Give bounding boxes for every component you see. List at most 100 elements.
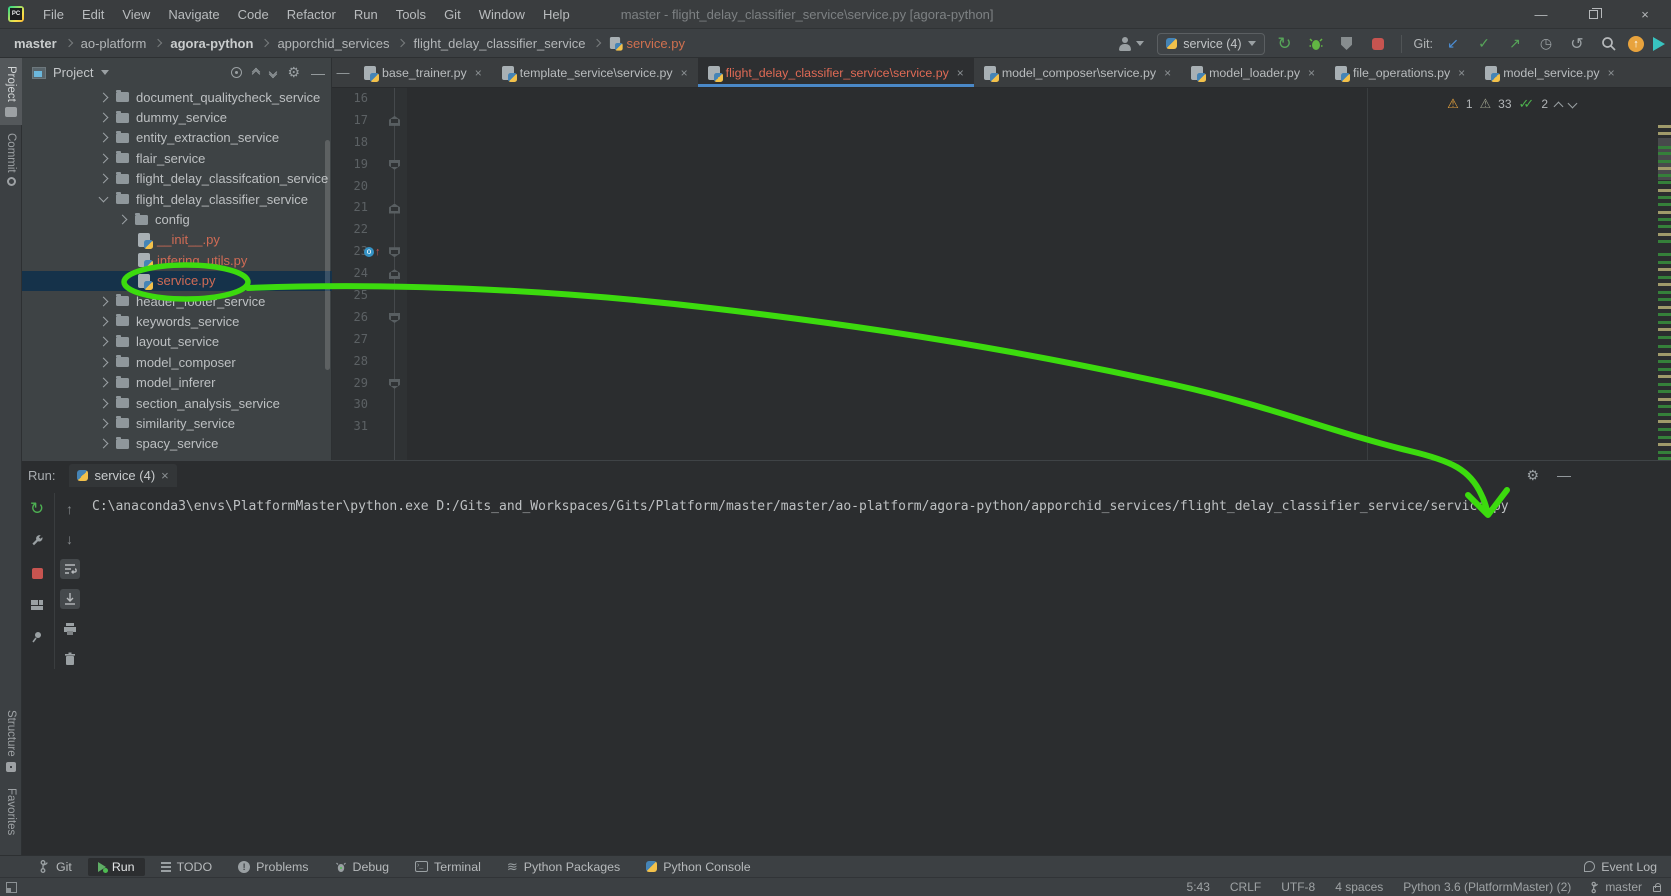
soft-wrap-button[interactable] xyxy=(60,559,80,579)
tree-chevron-icon[interactable] xyxy=(99,317,109,327)
tab-close-icon[interactable]: × xyxy=(1164,66,1171,80)
fold-marker-icon[interactable] xyxy=(389,313,400,323)
error-stripe-mark[interactable] xyxy=(1658,125,1671,128)
tree-item[interactable]: model_composer xyxy=(22,352,332,372)
rollback-button[interactable]: ↺ xyxy=(1566,33,1588,55)
caret-position[interactable]: 5:43 xyxy=(1187,880,1210,894)
editor-body[interactable]: 16171819202122232425262728293031 o ↑ ⚠ 1… xyxy=(332,88,1671,460)
error-stripe-mark[interactable] xyxy=(1658,313,1671,316)
menu-item[interactable]: Git xyxy=(435,0,470,28)
error-stripe-mark[interactable] xyxy=(1658,398,1671,401)
error-stripe-mark[interactable] xyxy=(1658,420,1671,423)
next-issue-button[interactable] xyxy=(1568,98,1578,108)
tree-chevron-icon[interactable] xyxy=(118,215,128,225)
breadcrumb-item[interactable]: apporchid_services xyxy=(253,36,389,51)
tree-item[interactable]: spacy_service xyxy=(22,434,332,454)
pin-icon[interactable] xyxy=(27,627,47,647)
error-stripe-mark[interactable] xyxy=(1658,152,1671,155)
run-configuration-select[interactable]: service (4) xyxy=(1157,33,1264,55)
tree-chevron-icon[interactable] xyxy=(99,296,109,306)
editor-tab[interactable]: model_composer\service.py × xyxy=(974,58,1181,87)
tool-window-button-git[interactable]: Git xyxy=(30,858,82,876)
tool-window-tab-favorites[interactable]: Favorites xyxy=(0,780,22,843)
error-stripe-mark[interactable] xyxy=(1658,146,1671,149)
tree-chevron-icon[interactable] xyxy=(99,357,109,367)
breadcrumb-item[interactable]: flight_delay_classifier_service xyxy=(389,36,585,51)
print-icon[interactable] xyxy=(60,619,80,639)
error-stripe-mark[interactable] xyxy=(1658,276,1671,279)
locate-file-button[interactable] xyxy=(231,67,242,78)
error-stripe-mark[interactable] xyxy=(1658,233,1671,236)
run-tab[interactable]: service (4) × xyxy=(69,464,176,487)
fold-marker-icon[interactable] xyxy=(389,379,400,389)
error-stripe-mark[interactable] xyxy=(1658,345,1671,348)
hide-tabs-icon[interactable]: — xyxy=(332,58,354,87)
menu-item[interactable]: Edit xyxy=(73,0,113,28)
tree-chevron-icon[interactable] xyxy=(99,398,109,408)
error-stripe-mark[interactable] xyxy=(1658,390,1671,393)
fold-marker-icon[interactable] xyxy=(389,247,400,257)
error-stripe-mark[interactable] xyxy=(1658,413,1671,416)
error-stripe-mark[interactable] xyxy=(1658,167,1671,170)
tree-chevron-icon[interactable] xyxy=(99,439,109,449)
breadcrumb-item[interactable]: ao-platform xyxy=(57,36,147,51)
tree-item[interactable]: header_footer_service xyxy=(22,291,332,311)
update-notification-badge[interactable]: ↑ xyxy=(1628,36,1644,52)
gear-icon[interactable]: ⚙ xyxy=(287,64,300,81)
tree-item[interactable]: dummy_service xyxy=(22,107,332,127)
tree-chevron-icon[interactable] xyxy=(99,337,109,347)
error-stripe-mark[interactable] xyxy=(1658,306,1671,309)
menu-item[interactable]: File xyxy=(34,0,73,28)
git-branch-widget[interactable]: master xyxy=(1591,880,1661,894)
error-stripe-mark[interactable] xyxy=(1658,225,1671,228)
fold-marker-icon[interactable] xyxy=(389,269,400,279)
collapse-all-button[interactable] xyxy=(270,71,276,75)
tree-item[interactable]: similarity_service xyxy=(22,413,332,433)
history-clock-icon[interactable]: ◷ xyxy=(1535,33,1557,55)
editor-tab[interactable]: base_trainer.py × xyxy=(354,58,492,87)
tree-chevron-icon[interactable] xyxy=(99,92,109,102)
file-encoding[interactable]: UTF-8 xyxy=(1281,880,1315,894)
fold-marker-icon[interactable] xyxy=(389,204,400,214)
tree-item[interactable]: infering_utils.py xyxy=(22,250,332,270)
tool-window-tab-commit[interactable]: Commit xyxy=(0,125,22,195)
error-stripe-mark[interactable] xyxy=(1658,253,1671,256)
menu-item[interactable]: View xyxy=(113,0,159,28)
tool-window-button-python-packages[interactable]: ≋ Python Packages xyxy=(497,857,630,877)
tab-close-icon[interactable]: × xyxy=(957,66,964,80)
editor-tab[interactable]: model_loader.py × xyxy=(1181,58,1325,87)
tool-window-button-python-console[interactable]: Python Console xyxy=(636,858,760,876)
chevron-down-icon[interactable] xyxy=(101,70,109,75)
minimize-button[interactable]: — xyxy=(1515,0,1567,29)
breadcrumb-item[interactable]: master xyxy=(14,36,57,51)
tool-window-button-problems[interactable]: ! Problems xyxy=(228,858,318,876)
event-log-button[interactable]: Event Log xyxy=(1584,860,1657,874)
git-commit-button[interactable]: ✓ xyxy=(1473,33,1495,55)
tree-chevron-icon[interactable] xyxy=(99,193,109,203)
editor-tab[interactable]: flight_delay_classifier_service\service.… xyxy=(698,58,974,87)
error-stripe-mark[interactable] xyxy=(1658,375,1671,378)
line-separator[interactable]: CRLF xyxy=(1230,880,1261,894)
error-stripe-mark[interactable] xyxy=(1658,321,1671,324)
down-stack-button[interactable]: ↓ xyxy=(60,529,80,549)
menu-item[interactable]: Tools xyxy=(387,0,435,28)
menu-item[interactable]: Window xyxy=(470,0,534,28)
editor-tab[interactable]: model_service.py × xyxy=(1475,58,1624,87)
error-stripe[interactable] xyxy=(1658,88,1671,460)
error-stripe-mark[interactable] xyxy=(1658,196,1671,199)
tool-window-tab-structure[interactable]: Structure xyxy=(0,702,22,780)
tab-close-icon[interactable]: × xyxy=(475,66,482,80)
error-stripe-mark[interactable] xyxy=(1658,211,1671,214)
tree-item[interactable]: __init__.py xyxy=(22,230,332,250)
error-stripe-mark[interactable] xyxy=(1658,160,1671,163)
tree-item[interactable]: document_qualitycheck_service xyxy=(22,87,332,107)
search-everywhere-button[interactable] xyxy=(1597,33,1619,55)
tool-window-button-todo[interactable]: TODO xyxy=(151,858,223,876)
fold-marker-icon[interactable] xyxy=(389,116,400,126)
tree-item[interactable]: layout_service xyxy=(22,332,332,352)
menu-item[interactable]: Refactor xyxy=(278,0,345,28)
coverage-button[interactable] xyxy=(1336,33,1358,55)
close-button[interactable]: × xyxy=(1619,0,1671,29)
tool-window-button-run[interactable]: Run xyxy=(88,858,145,876)
tab-close-icon[interactable]: × xyxy=(681,66,688,80)
